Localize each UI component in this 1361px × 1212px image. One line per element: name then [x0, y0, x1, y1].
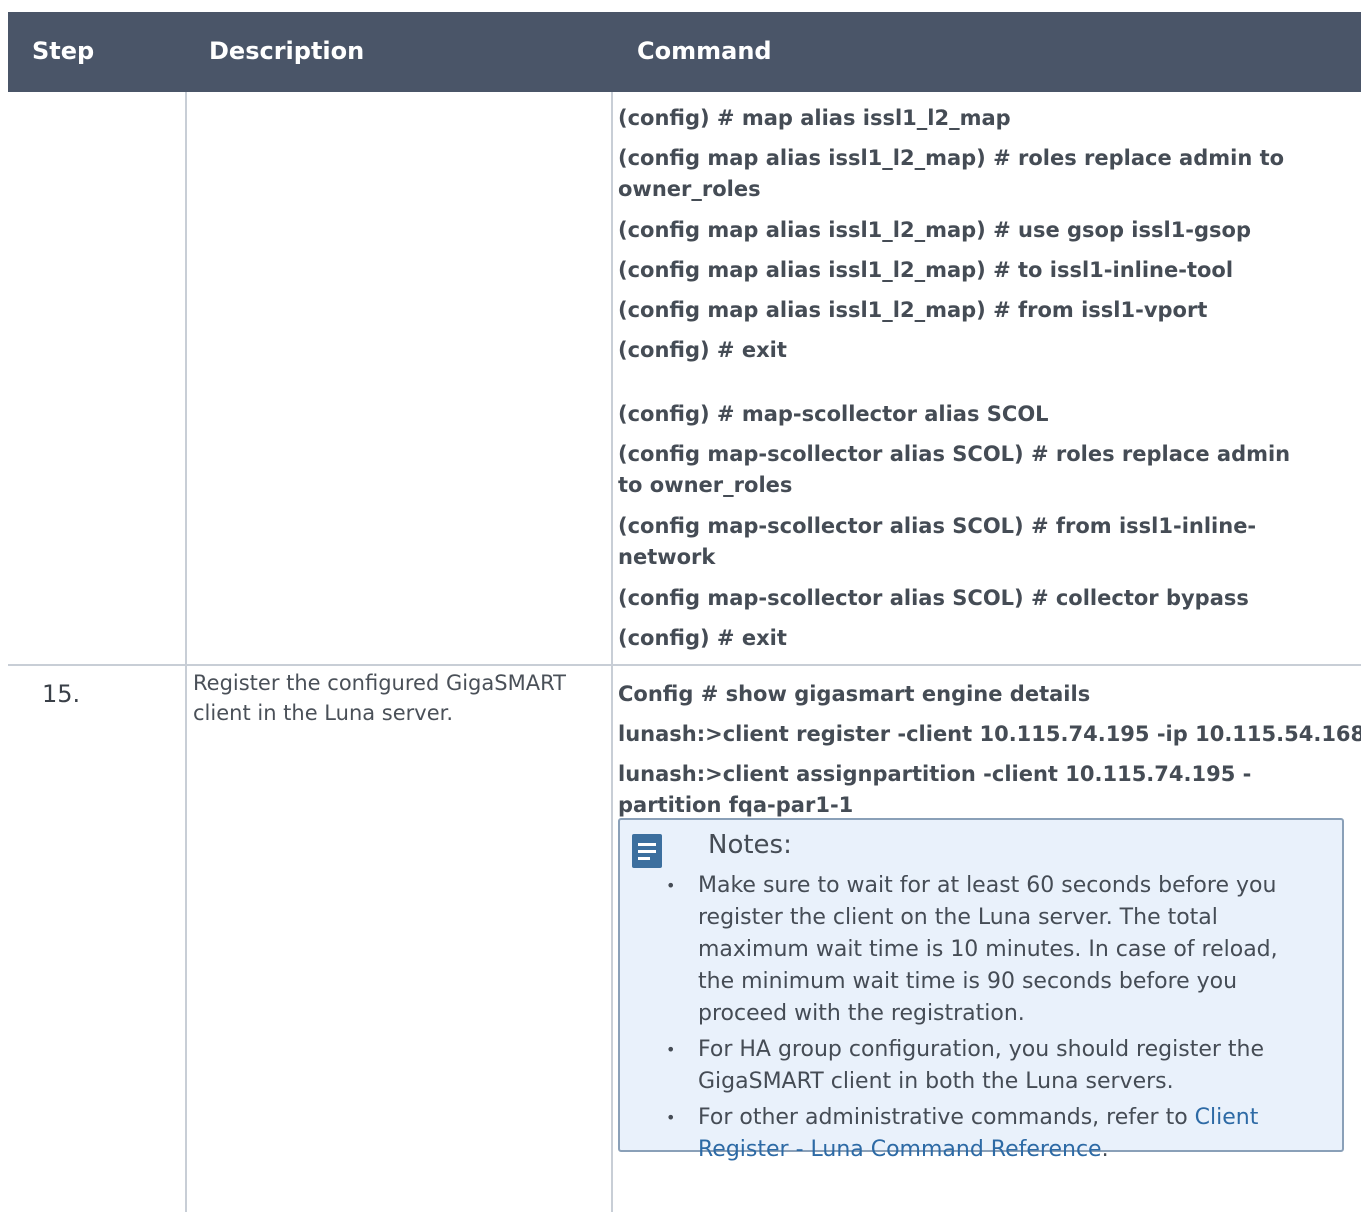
command-line: (config) # exit: [618, 626, 787, 650]
command-line: (config) # map-scollector alias SCOL: [618, 402, 1049, 426]
column-divider: [185, 92, 187, 1212]
header-description: Description: [209, 37, 365, 65]
row-divider: [8, 664, 1361, 666]
step-number: 15.: [42, 680, 81, 708]
command-line: (config) # exit: [618, 338, 787, 362]
note-text: For other administrative commands, refer…: [698, 1105, 1195, 1130]
command-line: (config map-scollector alias SCOL) # col…: [618, 586, 1249, 610]
list-item: Make sure to wait for at least 60 second…: [666, 870, 1318, 1030]
command-line: lunash:>client assignpartition -client 1…: [618, 762, 1252, 786]
command-line: (config map-scollector alias SCOL) # rol…: [618, 442, 1291, 466]
command-line: (config map alias issl1_l2_map) # use gs…: [618, 218, 1252, 242]
command-line: (config map alias issl1_l2_map) # to iss…: [618, 258, 1234, 282]
table-header: Step Description Command: [8, 12, 1361, 92]
notes-icon: [632, 834, 662, 868]
command-line: lunash:>client register -client 10.115.7…: [618, 722, 1361, 746]
step-description: Register the configured GigaSMART client…: [193, 671, 566, 725]
command-line: Config # show gigasmart engine details: [618, 682, 1091, 706]
header-step: Step: [32, 37, 95, 65]
command-line: (config map alias issl1_l2_map) # roles …: [618, 146, 1285, 170]
notes-callout: Notes: Make sure to wait for at least 60…: [618, 818, 1344, 1162]
notes-list: Make sure to wait for at least 60 second…: [666, 870, 1318, 1170]
command-line: partition fqa-par1-1: [618, 793, 854, 817]
notes-title: Notes:: [708, 830, 792, 860]
header-command: Command: [637, 37, 772, 65]
list-item: For other administrative commands, refer…: [666, 1102, 1318, 1166]
command-line: (config) # map alias issl1_l2_map: [618, 106, 1011, 130]
command-line: (config map-scollector alias SCOL) # fro…: [618, 514, 1257, 538]
command-line: (config map alias issl1_l2_map) # from i…: [618, 298, 1208, 322]
command-line: owner_roles: [618, 177, 761, 201]
column-divider: [611, 92, 613, 1212]
note-text: .: [1101, 1137, 1109, 1162]
command-line: to owner_roles: [618, 473, 793, 497]
list-item: For HA group configuration, you should r…: [666, 1034, 1318, 1098]
command-line: network: [618, 545, 716, 569]
